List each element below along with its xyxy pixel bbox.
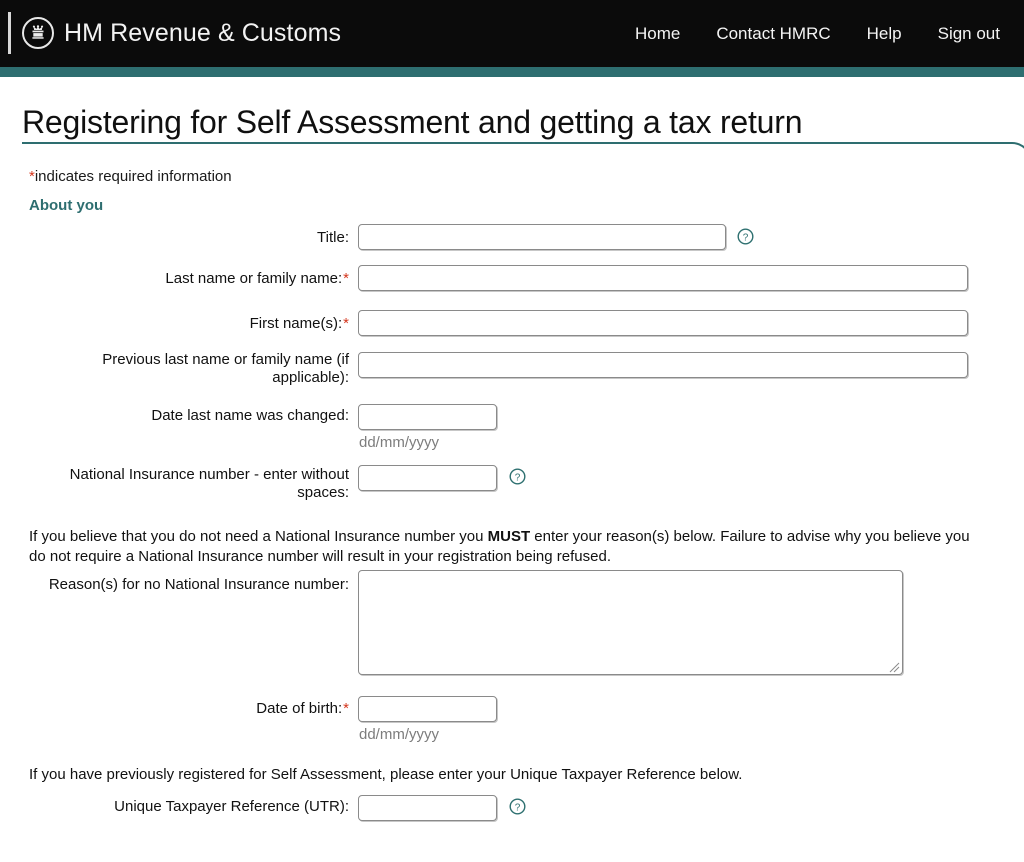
hmrc-crown-icon (22, 17, 54, 49)
ni-warning-paragraph: If you believe that you do not need a Na… (29, 527, 981, 567)
label-previous-last-name: Previous last name or family name (if ap… (29, 351, 349, 387)
date-format-hint-name-changed: dd/mm/yyyy (359, 434, 439, 451)
date-name-changed-input[interactable] (358, 404, 497, 430)
nav-link-help[interactable]: Help (867, 24, 902, 44)
label-utr: Unique Taxpayer Reference (UTR): (29, 798, 349, 816)
previous-last-name-input[interactable] (358, 352, 968, 378)
utr-input[interactable] (358, 795, 497, 821)
label-reason-no-ni: Reason(s) for no National Insurance numb… (29, 576, 349, 594)
label-ni-number: National Insurance number - enter withou… (29, 466, 349, 502)
ni-warning-text-part1: If you believe that you do not need a Na… (29, 528, 488, 545)
svg-text:?: ? (743, 232, 749, 243)
label-last-name: Last name or family name:* (29, 270, 349, 288)
required-asterisk-last-name: * (343, 270, 349, 287)
required-asterisk-first-names: * (343, 315, 349, 332)
date-format-hint-date-of-birth: dd/mm/yyyy (359, 726, 439, 743)
header-accent-bar (0, 67, 1024, 77)
brand-logo[interactable]: HM Revenue & Customs (8, 10, 341, 56)
content-panel (22, 142, 1024, 862)
label-date-of-birth: Date of birth:* (29, 700, 349, 718)
required-note-text: indicates required information (35, 168, 232, 185)
nav-link-home[interactable]: Home (635, 24, 680, 44)
brand-divider (8, 12, 11, 54)
label-first-names: First name(s):* (29, 315, 349, 333)
site-header: HM Revenue & Customs Home Contact HMRC H… (0, 0, 1024, 67)
help-question-icon-utr[interactable]: ? (509, 798, 526, 815)
reason-no-ni-textarea[interactable] (358, 570, 903, 675)
required-information-note: *indicates required information (29, 168, 232, 185)
svg-text:?: ? (515, 472, 521, 483)
utr-intro-paragraph: If you have previously registered for Se… (29, 765, 981, 785)
required-asterisk-date-of-birth: * (343, 700, 349, 717)
brand-name: HM Revenue & Customs (64, 19, 341, 48)
help-question-icon-title[interactable]: ? (737, 228, 754, 245)
help-question-icon-ni-number[interactable]: ? (509, 468, 526, 485)
label-date-name-changed: Date last name was changed: (29, 407, 349, 425)
nav-link-sign-out[interactable]: Sign out (938, 24, 1000, 44)
nav-link-contact-hmrc[interactable]: Contact HMRC (716, 24, 830, 44)
ni-number-input[interactable] (358, 465, 497, 491)
date-of-birth-input[interactable] (358, 696, 497, 722)
svg-text:?: ? (515, 802, 521, 813)
label-title: Title: (29, 229, 349, 247)
ni-warning-emphasis: MUST (488, 528, 531, 545)
title-input[interactable] (358, 224, 726, 250)
page-title: Registering for Self Assessment and gett… (22, 104, 802, 141)
last-name-input[interactable] (358, 265, 968, 291)
section-heading-about-you: About you (29, 197, 103, 214)
first-names-input[interactable] (358, 310, 968, 336)
primary-navigation: Home Contact HMRC Help Sign out (635, 0, 1000, 67)
